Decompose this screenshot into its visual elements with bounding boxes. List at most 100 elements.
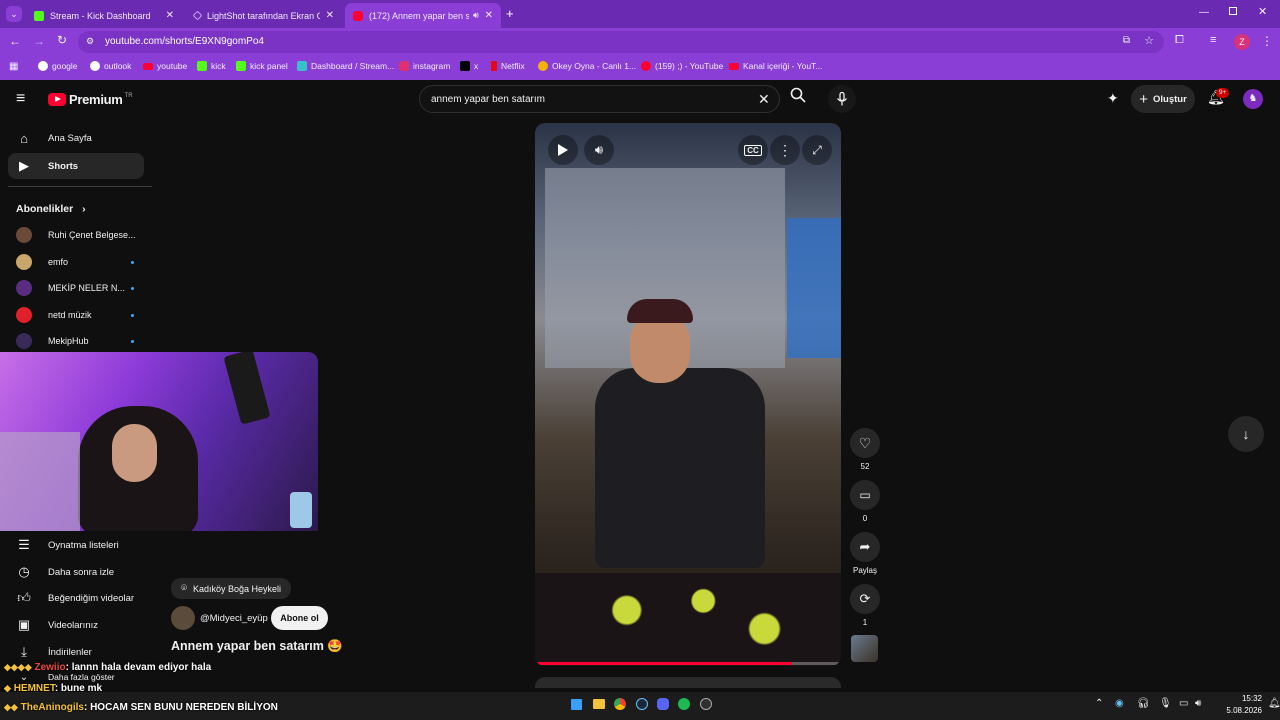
subscription-item[interactable]: netd müzik [16,305,144,325]
bookmark-star-icon[interactable]: ☆ [1144,34,1154,47]
tab-search-button[interactable]: ⌄ [6,6,22,22]
sidebar-item-home[interactable]: ⌂ Ana Sayfa [8,125,144,151]
share-button[interactable]: ➦ [850,532,880,562]
clock-time[interactable]: 15:32 [1222,694,1262,703]
search-button[interactable] [780,85,816,113]
new-tab-button[interactable]: + [506,6,514,21]
new-content-dot [131,286,134,290]
install-app-icon[interactable]: ⧉ [1123,35,1130,46]
create-button[interactable]: + Oluştur [1131,85,1195,113]
shorts-video-player[interactable]: 🔊︎ CC ⋮ ⤢ [535,123,841,666]
minimize-button[interactable]: — [1199,7,1209,18]
obs-icon[interactable] [700,698,712,710]
tray-steam-icon[interactable]: ◉ [1115,698,1124,709]
close-icon[interactable]: ✕ [326,10,334,21]
clear-search-icon[interactable]: ✕ [758,91,770,108]
channel-name: Ruhi Çenet Belgese... [48,230,136,240]
next-short-button[interactable]: ↓ [1228,416,1264,452]
bookmark-instagram[interactable]: instagram [399,61,450,71]
bookmark-kick-panel[interactable]: kick panel [236,61,288,71]
subscription-item[interactable]: Ruhi Çenet Belgese... [16,225,144,245]
hamburger-menu-icon[interactable]: ≡ [16,90,25,108]
location-chip[interactable]: ⌾ Kadıköy Boğa Heykeli [171,578,292,599]
chat-message: ◆◆◆◆ Zewiio: lannn hala devam ediyor hal… [4,662,211,673]
sound-thumbnail[interactable] [851,635,878,662]
gemini-sparkle-icon[interactable]: ✦ [1107,90,1119,107]
sidebar-item-label: Videolarınız [48,619,98,631]
search-input[interactable]: annem yapar ben satarım [431,94,545,105]
subscription-item[interactable]: MekipHub [16,331,144,351]
sidebar-item-liked-videos[interactable]: 👍︎ Beğendiğim videolar [8,585,144,611]
speaker-icon[interactable]: 🔊︎ [473,10,479,21]
tray-chevron-up-icon[interactable]: ⌃ [1095,698,1103,709]
address-bar[interactable]: ⚙ youtube.com/shorts/E9XN9gomPo4 ⧉ ☆ [78,31,1164,53]
file-explorer-icon[interactable] [593,699,605,709]
youtube-logo[interactable]: Premium TR [48,92,133,107]
sidebar-item-watch-later[interactable]: ◷ Daha sonra izle [8,559,144,585]
tray-volume-icon[interactable]: 🔊︎ [1195,698,1201,709]
notifications-button[interactable]: 🔔︎ 9+ [1207,88,1230,107]
fullscreen-button[interactable]: ⤢ [802,135,832,165]
sidebar-item-shorts[interactable]: ▶ Shorts [8,153,144,179]
streamer-face [112,424,157,482]
channel-avatar[interactable] [171,606,195,630]
captions-button[interactable]: CC [738,135,768,165]
menu-icon[interactable]: ⋮ [1261,34,1273,48]
media-control-icon[interactable]: ≡ [1210,34,1216,46]
progress-track[interactable] [535,662,841,665]
start-button[interactable] [571,699,582,710]
account-avatar[interactable]: ♞ [1243,89,1263,109]
bookmark-kanal-icerigi[interactable]: Kanal içeriği - YouT... [729,61,822,71]
clock-date[interactable]: 5.08.2026 [1210,706,1262,715]
bookmark-dashboard[interactable]: Dashboard / Stream... [297,61,394,71]
subscription-item[interactable]: MEKİP NELER N... [16,278,144,298]
maximize-button[interactable] [1229,7,1237,15]
comments-button[interactable]: ▭ [850,480,880,510]
steam-icon[interactable] [636,698,648,710]
bookmark-youtube[interactable]: youtube [143,61,187,71]
remix-button[interactable]: ⟳ [850,584,880,614]
play-button[interactable] [548,135,578,165]
discord-icon[interactable] [657,698,669,710]
tray-network-icon[interactable]: ▭ [1179,698,1188,709]
voice-search-button[interactable] [828,85,856,113]
search-box[interactable]: annem yapar ben satarım ✕ [419,85,780,113]
sidebar-item-playlists[interactable]: ☰ Oynatma listeleri [8,532,144,558]
close-window-button[interactable]: ✕ [1258,5,1267,18]
spotify-icon[interactable] [678,698,690,710]
tray-headset-icon[interactable]: 🎧︎ [1137,698,1150,709]
channel-handle[interactable]: @Midyeci_eyüp [200,613,268,624]
close-icon[interactable]: ✕ [166,10,174,21]
like-button[interactable]: ♡ [850,428,880,458]
reload-button[interactable]: ↻ [57,33,67,47]
tab-youtube-short[interactable]: (172) Annem yapar ben sata 🔊︎ ✕ [345,3,501,28]
sidebar-item-your-videos[interactable]: ▣ Videolarınız [8,612,144,638]
back-button[interactable]: ← [9,34,21,48]
subscribe-button[interactable]: Abone ol [271,606,328,630]
tab-title: Stream - Kick Dashboard [50,10,151,21]
chat-badges-icon: ◆◆ [4,702,18,712]
notification-center-icon[interactable]: 🔔︎ [1268,698,1280,709]
tab-kick-dashboard[interactable]: Stream - Kick Dashboard ✕ [26,3,182,28]
site-info-icon[interactable]: ⚙ [86,36,94,47]
bookmark-google[interactable]: google [38,61,78,71]
close-icon[interactable]: ✕ [485,10,493,21]
volume-button[interactable]: 🔊︎ [584,135,614,165]
bookmark-outlook[interactable]: outlook [90,61,131,71]
tab-lightshot[interactable]: LightShot tarafından Ekran Görü ✕ [186,3,342,28]
bookmark-youtube-159[interactable]: (159) ;) - YouTube [641,61,723,71]
bookmark-netflix[interactable]: Netflix [491,61,525,71]
profile-avatar[interactable]: Z [1234,34,1250,50]
webcam-overlay [0,352,318,531]
bookmark-kick[interactable]: kick [197,61,226,71]
bookmark-okey[interactable]: Okey Oyna - Canlı 1... [538,61,636,71]
forward-button[interactable]: → [33,34,45,48]
chrome-icon[interactable] [614,698,626,710]
bookmark-x[interactable]: x [460,61,478,71]
extensions-icon[interactable]: ⧠ [1175,34,1184,47]
apps-grid-icon[interactable]: ▦ [9,61,18,72]
subscriptions-header[interactable]: Abonelikler › [16,203,86,215]
more-options-button[interactable]: ⋮ [770,135,800,165]
tray-microphone-icon[interactable]: 🎙︎ [1159,698,1172,709]
subscription-item[interactable]: emfo [16,252,144,272]
